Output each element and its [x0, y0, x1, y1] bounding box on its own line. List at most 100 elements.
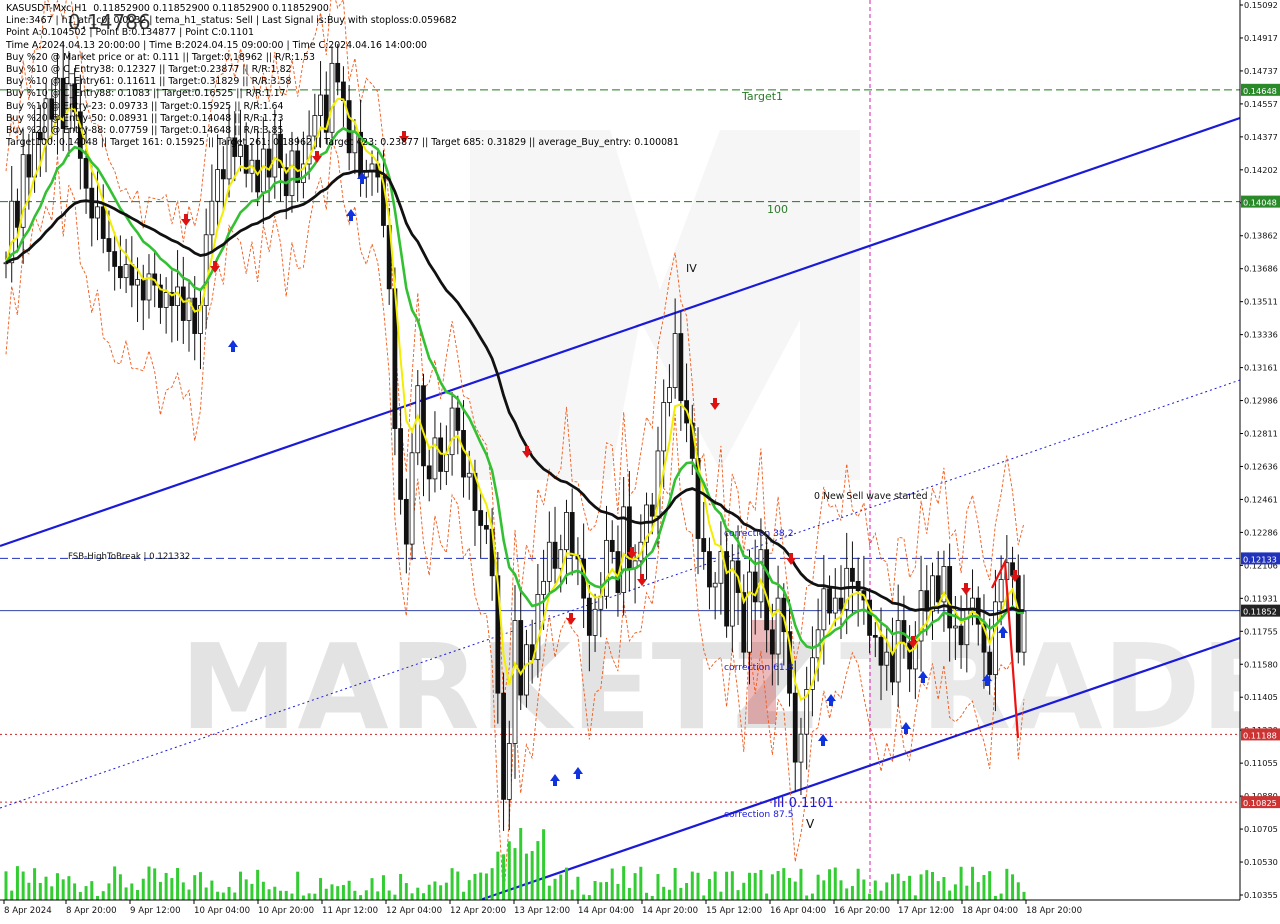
volume-bar: [153, 868, 157, 900]
candle-body: [987, 651, 993, 675]
price-tick-label: 0.14202: [1244, 165, 1278, 175]
volume-bar: [84, 886, 88, 900]
volume-bar: [513, 848, 517, 900]
volume-bar: [290, 893, 294, 900]
volume-bar: [908, 875, 912, 900]
candle-body: [215, 169, 221, 202]
candle-body: [443, 454, 449, 472]
price-level-label: FSB-HighToBreak | 0.121332: [68, 552, 190, 562]
volume-bar: [462, 891, 466, 900]
candle-body: [832, 597, 838, 614]
price-level-tag-label: 0.10825: [1243, 798, 1277, 808]
volume-bar: [1005, 868, 1009, 900]
time-tick-label: 8 Apr 2024: [4, 906, 52, 916]
info-line: Buy %20 @ Entry-88: 0.07759 || Target:0.…: [6, 125, 284, 137]
time-tick-label: 9 Apr 12:00: [130, 906, 181, 916]
candle-body: [501, 692, 506, 800]
time-tick-label: 14 Apr 04:00: [578, 906, 634, 916]
volume-bar: [576, 876, 580, 900]
price-tick-label: 0.15092: [1244, 0, 1278, 10]
volume-bar: [427, 884, 431, 900]
candle-body: [855, 580, 861, 592]
candle-body: [564, 512, 569, 551]
time-tick-label: 10 Apr 20:00: [258, 906, 314, 916]
volume-bar: [965, 885, 969, 900]
volume-bar: [267, 889, 271, 900]
volume-bar: [850, 886, 854, 900]
volume-bar: [387, 890, 391, 900]
volume-bar: [662, 886, 666, 900]
volume-bar: [107, 883, 111, 900]
volume-bar: [942, 876, 946, 900]
volume-bar: [1011, 874, 1015, 900]
volume-bar: [279, 890, 283, 900]
volume-bar: [753, 872, 757, 900]
candle-body: [758, 549, 764, 603]
buy-arrow-icon: [550, 774, 560, 786]
volume-bar: [181, 882, 185, 900]
volume-bar: [679, 887, 683, 900]
chart-annotation: III 0.1101: [773, 796, 834, 811]
volume-bar: [993, 895, 997, 900]
volume-bar: [404, 883, 408, 900]
time-tick-label: 8 Apr 20:00: [66, 906, 117, 916]
volume-bar: [421, 893, 425, 900]
volume-bar: [324, 888, 328, 900]
volume-bar: [456, 871, 460, 900]
volume-bar: [948, 890, 952, 900]
candle-body: [798, 733, 804, 763]
volume-bar: [725, 871, 729, 900]
price-tick-label: 0.13511: [1244, 297, 1278, 307]
volume-bar: [639, 866, 643, 900]
candle-body: [466, 472, 472, 478]
candle-body: [964, 608, 970, 646]
volume-bar: [707, 878, 711, 900]
time-tick-label: 18 Apr 04:00: [962, 906, 1018, 916]
price-level-tag-label: 0.14048: [1243, 198, 1277, 208]
volume-bar: [490, 868, 494, 900]
candle-body: [163, 292, 169, 308]
volume-bar: [536, 841, 540, 900]
info-line: Buy %10 @ C_Entry38: 0.12327 || Target:0…: [6, 64, 292, 76]
volume-bar: [822, 880, 826, 900]
candle-body: [100, 206, 106, 239]
volume-bar: [873, 880, 877, 900]
volume-bar: [124, 887, 128, 900]
volume-bar: [250, 883, 254, 900]
volume-bar: [227, 886, 231, 900]
volume-bar: [473, 873, 477, 900]
volume-bar: [599, 882, 603, 900]
candle-body: [598, 595, 604, 610]
candle-body: [15, 200, 20, 228]
volume-bar: [930, 871, 934, 900]
volume-bar: [742, 882, 746, 900]
volume-bar: [656, 874, 660, 900]
volume-bar: [90, 881, 94, 900]
price-tick-label: 0.12636: [1244, 461, 1278, 471]
price-level-tag-label: 0.12133: [1243, 554, 1277, 564]
volume-bar: [393, 894, 397, 900]
price-level-label: 100: [767, 203, 788, 216]
candle-body: [752, 571, 758, 603]
candle-body: [769, 629, 775, 655]
volume-bar: [713, 871, 717, 900]
candle-body: [667, 387, 672, 403]
candle-body: [998, 579, 1004, 603]
info-line: Buy %10 @ Entry-23: 0.09733 || Target:0.…: [6, 100, 284, 112]
volume-bar: [547, 885, 551, 900]
volume-bar: [810, 893, 814, 900]
candle-body: [935, 575, 941, 603]
volume-bar: [988, 871, 992, 900]
volume-bar: [433, 881, 437, 900]
candle-body: [106, 238, 112, 252]
price-level-tag-label: 0.11188: [1243, 730, 1277, 740]
volume-bar: [27, 882, 31, 900]
volume-bar: [502, 854, 506, 900]
candle-body: [461, 430, 466, 478]
volume-bar: [828, 869, 832, 900]
volume-bar: [439, 885, 443, 900]
volume-bar: [976, 882, 980, 900]
candle-body: [707, 551, 712, 588]
volume-bar: [370, 878, 374, 900]
price-tick-label: 0.13336: [1244, 330, 1278, 340]
